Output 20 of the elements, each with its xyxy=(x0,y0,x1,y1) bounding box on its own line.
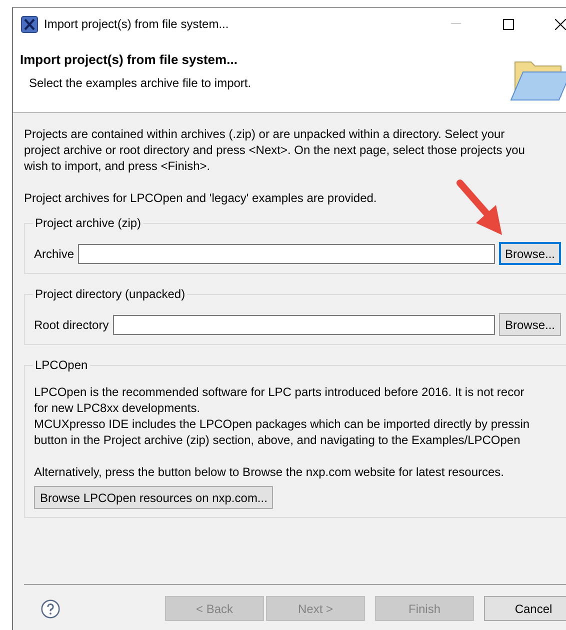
app-icon xyxy=(21,16,38,32)
page-subtitle: Select the examples archive file to import. xyxy=(28,76,252,90)
wizard-button[interactable]: Cancel xyxy=(484,596,566,621)
group-title: Project archive (zip) xyxy=(33,216,144,230)
path-field[interactable] xyxy=(112,314,495,334)
browse-resources-button[interactable]: Browse LPCOpen resources on nxp.com... xyxy=(34,486,274,509)
note-text: Project archives for LPCOpen and 'legacy' examples are provided. xyxy=(24,190,378,206)
help-icon[interactable] xyxy=(41,598,60,620)
page-title: Import project(s) from file system... xyxy=(20,52,238,67)
lpcopen-text: LPCOpen is the recommended software for LPC parts introduced before 2016. It is not recor for new LPC8xx developments. MCUXpresso IDE includes the LPCOpen packages which can be imported directly by pressin button in the Project archive (zip) section, above, and navigating to the Examples/LPCOpen xyxy=(34,384,531,448)
group-title: Project directory (unpacked) xyxy=(33,287,188,301)
browse-button[interactable]: Browse... xyxy=(498,313,561,336)
group-title: LPCOpen xyxy=(33,358,90,372)
field-label: Archive xyxy=(34,246,74,260)
browse-button[interactable]: Browse... xyxy=(498,242,561,265)
window-title: Import project(s) from file system... xyxy=(44,17,230,31)
instructions-text: Projects are contained within archives (.zip) or are unpacked within a directory. Select your project archive or root directory and press <Next>. On the next page, select those projects you wish to import, and press <Finish>. xyxy=(24,126,526,174)
field-label: Root directory xyxy=(34,318,109,332)
path-field[interactable] xyxy=(78,244,495,264)
alternative-text: Alternatively, press the button below to Browse the nxp.com website for latest resources. xyxy=(34,464,506,480)
